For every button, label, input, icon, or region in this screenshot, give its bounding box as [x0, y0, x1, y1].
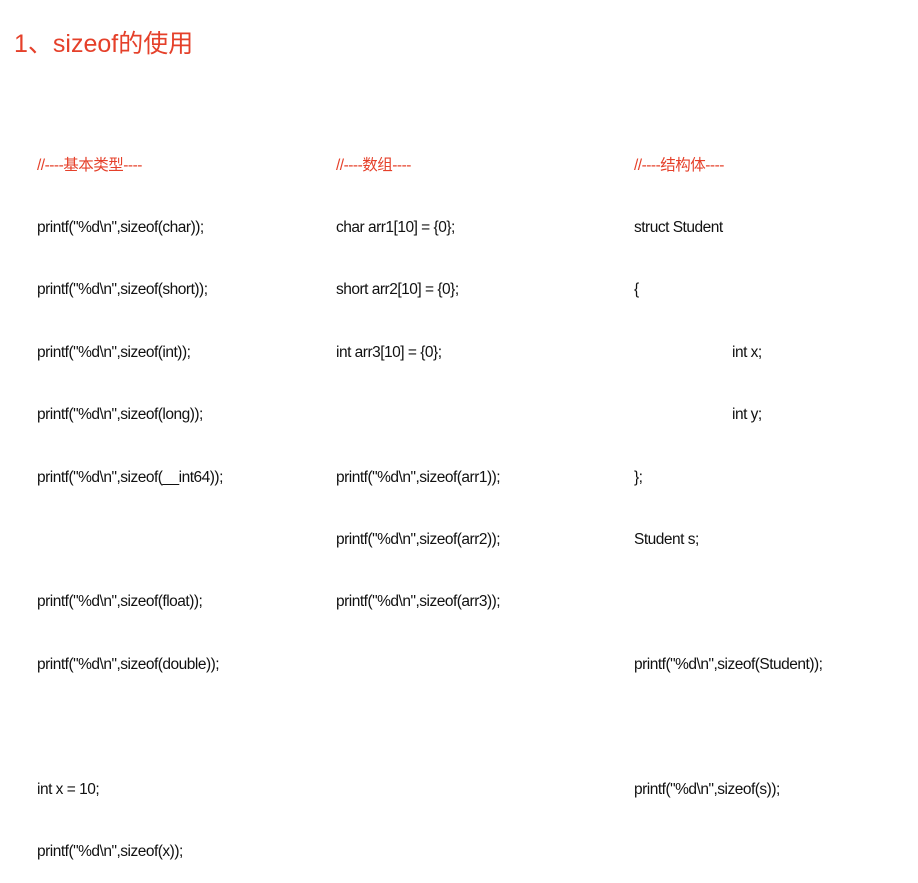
- code-block-structs: //----结构体---- struct Student { int x; in…: [634, 114, 823, 821]
- code-line: struct Student: [634, 218, 723, 236]
- code-comment-basic-types: //----基本类型----: [37, 156, 142, 174]
- code-line: printf("%d\n",sizeof(Student));: [634, 655, 823, 673]
- code-line: printf("%d\n",sizeof(short));: [37, 281, 208, 299]
- code-line: printf("%d\n",sizeof(arr1));: [336, 468, 501, 486]
- code-line: int x;: [732, 343, 762, 361]
- code-block-arrays: //----数组---- char arr1[10] = {0}; short …: [336, 114, 501, 634]
- code-line: printf("%d\n",sizeof(arr2));: [336, 530, 501, 548]
- code-line: printf("%d\n",sizeof(long));: [37, 406, 203, 424]
- code-line: printf("%d\n",sizeof(int));: [37, 343, 191, 361]
- code-line: printf("%d\n",sizeof(char));: [37, 218, 204, 236]
- code-line: {: [634, 281, 639, 299]
- code-line: int arr3[10] = {0};: [336, 343, 442, 361]
- code-line: short arr2[10] = {0};: [336, 281, 459, 299]
- code-line: char arr1[10] = {0};: [336, 218, 455, 236]
- code-line: };: [634, 468, 643, 486]
- code-comment-structs: //----结构体----: [634, 156, 724, 174]
- code-line: printf("%d\n",sizeof(arr3));: [336, 593, 501, 611]
- code-line: printf("%d\n",sizeof(double));: [37, 655, 220, 673]
- code-line: printf("%d\n",sizeof(x));: [37, 842, 183, 860]
- code-line: int x = 10;: [37, 780, 100, 798]
- code-line: int y;: [732, 406, 762, 424]
- code-line: printf("%d\n",sizeof(s));: [634, 780, 780, 798]
- code-line: printf("%d\n",sizeof(float));: [37, 593, 203, 611]
- slide-title: 1、sizeof的使用: [14, 30, 194, 58]
- code-block-basic-types: //----基本类型---- printf("%d\n",sizeof(char…: [37, 114, 223, 883]
- code-line: printf("%d\n",sizeof(__int64));: [37, 468, 223, 486]
- code-line: Student s;: [634, 530, 699, 548]
- code-comment-arrays: //----数组----: [336, 156, 411, 174]
